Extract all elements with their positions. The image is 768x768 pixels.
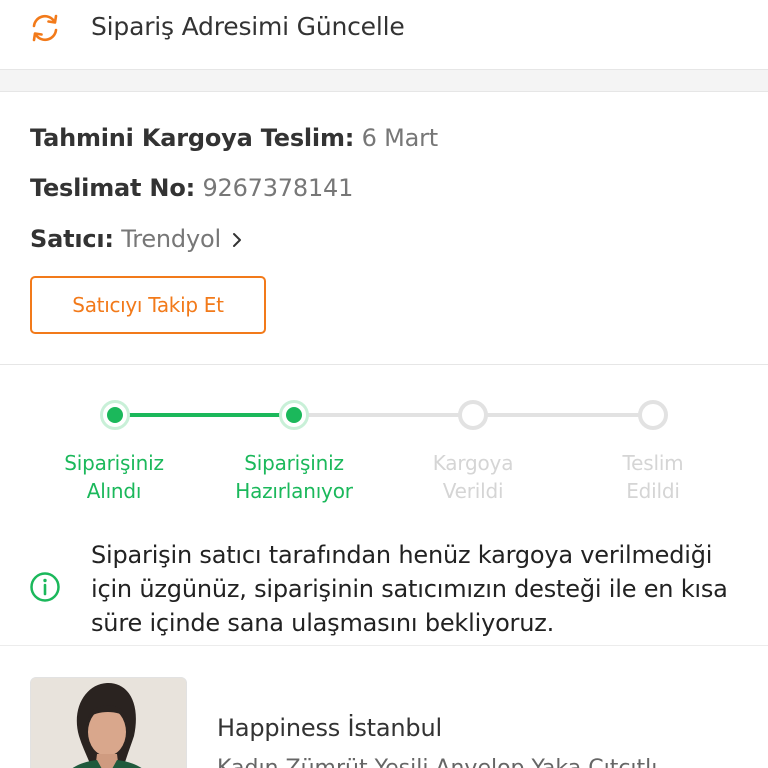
- step-dot-received: [100, 400, 130, 430]
- estimated-delivery-row: Tahmini Kargoya Teslim: 6 Mart: [30, 124, 438, 152]
- order-progress-tracker: Siparişiniz Alındı Siparişiniz Hazırlanıyo…: [0, 365, 768, 535]
- estimated-delivery-value: 6 Mart: [361, 124, 439, 152]
- step-dot-preparing: [279, 400, 309, 430]
- product-brand: Happiness İstanbul: [217, 714, 442, 742]
- delivery-number-row: Teslimat No: 9267378141: [30, 174, 353, 202]
- product-name[interactable]: Kadın Zümrüt Yeşili Anvelop Yaka Çıtçıtl…: [217, 756, 657, 768]
- shipment-info-card: Tahmini Kargoya Teslim: 6 Mart Teslimat …: [0, 92, 768, 365]
- delay-notice: Siparişin satıcı tarafından henüz kargoy…: [0, 535, 768, 645]
- refresh-icon: [32, 14, 58, 42]
- info-icon: [30, 572, 60, 602]
- product-card[interactable]: Happiness İstanbul Kadın Zümrüt Yeşili A…: [0, 645, 768, 768]
- update-address-label: Sipariş Adresimi Güncelle: [91, 12, 405, 41]
- notice-message: Siparişin satıcı tarafından henüz kargoy…: [91, 541, 728, 637]
- update-address-bar[interactable]: Sipariş Adresimi Güncelle: [0, 0, 768, 70]
- section-divider: [0, 70, 768, 92]
- progress-line-completed: [115, 413, 295, 417]
- estimated-delivery-label: Tahmini Kargoya Teslim:: [30, 124, 355, 152]
- step-label-shipped: Kargoya Verildi: [432, 451, 514, 503]
- product-image[interactable]: [30, 677, 187, 768]
- seller-row[interactable]: Satıcı: Trendyol: [30, 225, 242, 253]
- step-label-received: Siparişiniz Alındı: [64, 451, 164, 503]
- step-dot-delivered: [638, 400, 668, 430]
- follow-seller-button[interactable]: Satıcıyı Takip Et: [30, 276, 266, 334]
- chevron-right-icon: [233, 233, 242, 247]
- step-dot-shipped: [458, 400, 488, 430]
- seller-label: Satıcı:: [30, 225, 114, 253]
- delivery-number-value: 9267378141: [202, 174, 354, 202]
- seller-link[interactable]: Trendyol: [121, 225, 221, 253]
- step-label-preparing: Siparişiniz Hazırlanıyor: [235, 451, 353, 503]
- step-label-delivered: Teslim Edildi: [622, 451, 684, 503]
- delivery-number-label: Teslimat No:: [30, 174, 196, 202]
